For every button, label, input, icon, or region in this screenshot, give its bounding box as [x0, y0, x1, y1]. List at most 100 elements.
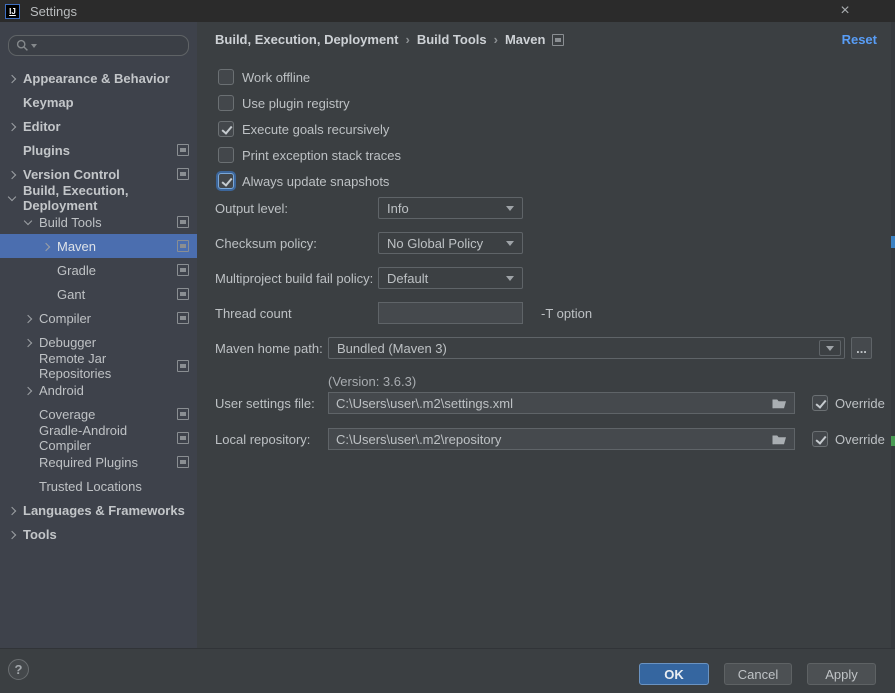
title-bar: IJ Settings × [0, 0, 895, 22]
sidebar-item-label: Compiler [39, 311, 91, 326]
window-title: Settings [30, 4, 77, 19]
breadcrumb-part[interactable]: Maven [505, 32, 545, 47]
sidebar-item-appearance-behavior[interactable]: Appearance & Behavior [0, 66, 197, 90]
chevron-right-icon[interactable] [24, 338, 33, 347]
sidebar-item-trusted-locations[interactable]: Trusted Locations [0, 474, 197, 498]
dialog-footer: ? OK Cancel Apply [0, 648, 895, 693]
field-label: Output level: [215, 201, 378, 216]
sidebar-item-gradle-android-compiler[interactable]: Gradle-Android Compiler [0, 426, 197, 450]
checkbox-label: Always update snapshots [242, 174, 389, 189]
dropdown-arrow-icon [506, 241, 514, 246]
thread-count-input[interactable] [378, 302, 523, 324]
cancel-button[interactable]: Cancel [724, 663, 792, 685]
breadcrumb-part[interactable]: Build, Execution, Deployment [215, 32, 398, 47]
maven-home-dropdown[interactable]: Bundled (Maven 3) [328, 337, 845, 359]
sidebar-item-label: Version Control [23, 167, 120, 182]
local-repository-input[interactable]: C:\Users\user\.m2\repository [328, 428, 795, 450]
local-repository-override[interactable]: Override [812, 431, 885, 447]
maven-settings-panel: Build, Execution, Deployment › Build Too… [197, 22, 895, 648]
checkbox-row-always-update-snapshots[interactable]: Always update snapshots [218, 168, 401, 194]
close-icon[interactable]: × [835, 1, 855, 21]
sidebar-item-tools[interactable]: Tools [0, 522, 197, 546]
thread-count-hint: -T option [541, 306, 592, 321]
sidebar-item-gant[interactable]: Gant [0, 282, 197, 306]
checkbox-checked[interactable] [812, 395, 828, 411]
sidebar-item-editor[interactable]: Editor [0, 114, 197, 138]
scroll-error-stripe[interactable] [891, 22, 895, 648]
sidebar-item-label: Tools [23, 527, 57, 542]
breadcrumb-part[interactable]: Build Tools [417, 32, 487, 47]
sidebar-item-plugins[interactable]: Plugins [0, 138, 197, 162]
chevron-right-icon[interactable] [8, 530, 17, 539]
ok-button[interactable]: OK [639, 663, 709, 685]
local-repository-row: Local repository: C:\Users\user\.m2\repo… [215, 428, 885, 450]
sidebar-item-required-plugins[interactable]: Required Plugins [0, 450, 197, 474]
reset-link[interactable]: Reset [842, 32, 877, 47]
checkbox-row-print-exception-stack-traces[interactable]: Print exception stack traces [218, 142, 401, 168]
sidebar-item-label: Required Plugins [39, 455, 138, 470]
sidebar-item-label: Appearance & Behavior [23, 71, 170, 86]
chevron-right-icon[interactable] [8, 74, 17, 83]
checkbox-unchecked[interactable] [218, 95, 234, 111]
chevron-right-icon[interactable] [42, 242, 51, 251]
checkbox-checked[interactable] [812, 431, 828, 447]
chevron-placeholder [42, 290, 51, 299]
checkbox-unchecked[interactable] [218, 147, 234, 163]
dropdown-arrow-icon [826, 346, 834, 351]
checkbox-row-work-offline[interactable]: Work offline [218, 64, 401, 90]
dropdown-value: Info [387, 201, 409, 216]
sidebar-item-maven[interactable]: Maven [0, 234, 197, 258]
field-label: Multiproject build fail policy: [215, 271, 378, 286]
breadcrumb-separator: › [494, 32, 498, 47]
chevron-placeholder [8, 98, 17, 107]
output-level-dropdown[interactable]: Info [378, 197, 523, 219]
sidebar-item-build-execution-deployment[interactable]: Build, Execution, Deployment [0, 186, 197, 210]
sidebar-item-languages-frameworks[interactable]: Languages & Frameworks [0, 498, 197, 522]
multiproject-policy-dropdown[interactable]: Default [378, 267, 523, 289]
chevron-right-icon[interactable] [24, 314, 33, 323]
chevron-right-icon[interactable] [24, 386, 33, 395]
sidebar-item-remote-jar-repositories[interactable]: Remote Jar Repositories [0, 354, 197, 378]
chevron-right-icon[interactable] [8, 122, 17, 131]
help-button[interactable]: ? [8, 659, 29, 680]
browse-button[interactable]: ... [851, 337, 872, 359]
chevron-right-icon[interactable] [8, 170, 17, 179]
chevron-down-icon[interactable] [24, 218, 33, 227]
sidebar-item-label: Remote Jar Repositories [39, 351, 177, 381]
search-input[interactable] [8, 35, 189, 56]
thread-count-row: Thread count -T option [215, 302, 592, 324]
apply-button[interactable]: Apply [807, 663, 876, 685]
project-level-settings-icon [177, 240, 189, 252]
chevron-right-icon[interactable] [8, 506, 17, 515]
checkbox-row-execute-goals-recursively[interactable]: Execute goals recursively [218, 116, 401, 142]
project-level-settings-icon [177, 312, 189, 324]
checksum-policy-dropdown[interactable]: No Global Policy [378, 232, 523, 254]
user-settings-override[interactable]: Override [812, 395, 885, 411]
project-level-settings-icon [177, 264, 189, 276]
dropdown-arrow-button[interactable] [819, 340, 841, 356]
sidebar-item-android[interactable]: Android [0, 378, 197, 402]
checkbox-label: Execute goals recursively [242, 122, 389, 137]
checkbox-unchecked[interactable] [218, 69, 234, 85]
search-filter-caret-icon[interactable] [31, 44, 37, 48]
sidebar-item-gradle[interactable]: Gradle [0, 258, 197, 282]
breadcrumb-separator: › [405, 32, 409, 47]
checkbox-label: Use plugin registry [242, 96, 350, 111]
maven-version-note: (Version: 3.6.3) [328, 374, 416, 389]
sidebar-item-build-tools[interactable]: Build Tools [0, 210, 197, 234]
chevron-down-icon[interactable] [8, 194, 17, 203]
folder-icon[interactable] [772, 433, 787, 445]
sidebar-item-compiler[interactable]: Compiler [0, 306, 197, 330]
sidebar-item-label: Build Tools [39, 215, 102, 230]
project-level-settings-icon [177, 288, 189, 300]
folder-icon[interactable] [772, 397, 787, 409]
sidebar-item-label: Keymap [23, 95, 74, 110]
user-settings-file-input[interactable]: C:\Users\user\.m2\settings.xml [328, 392, 795, 414]
checkbox-row-use-plugin-registry[interactable]: Use plugin registry [218, 90, 401, 116]
sidebar-item-keymap[interactable]: Keymap [0, 90, 197, 114]
sidebar-item-label: Editor [23, 119, 61, 134]
checkbox-checked[interactable] [218, 121, 234, 137]
checkbox-checked-focused[interactable] [218, 173, 234, 189]
dropdown-arrow-icon [506, 276, 514, 281]
field-label: Maven home path: [215, 341, 328, 356]
